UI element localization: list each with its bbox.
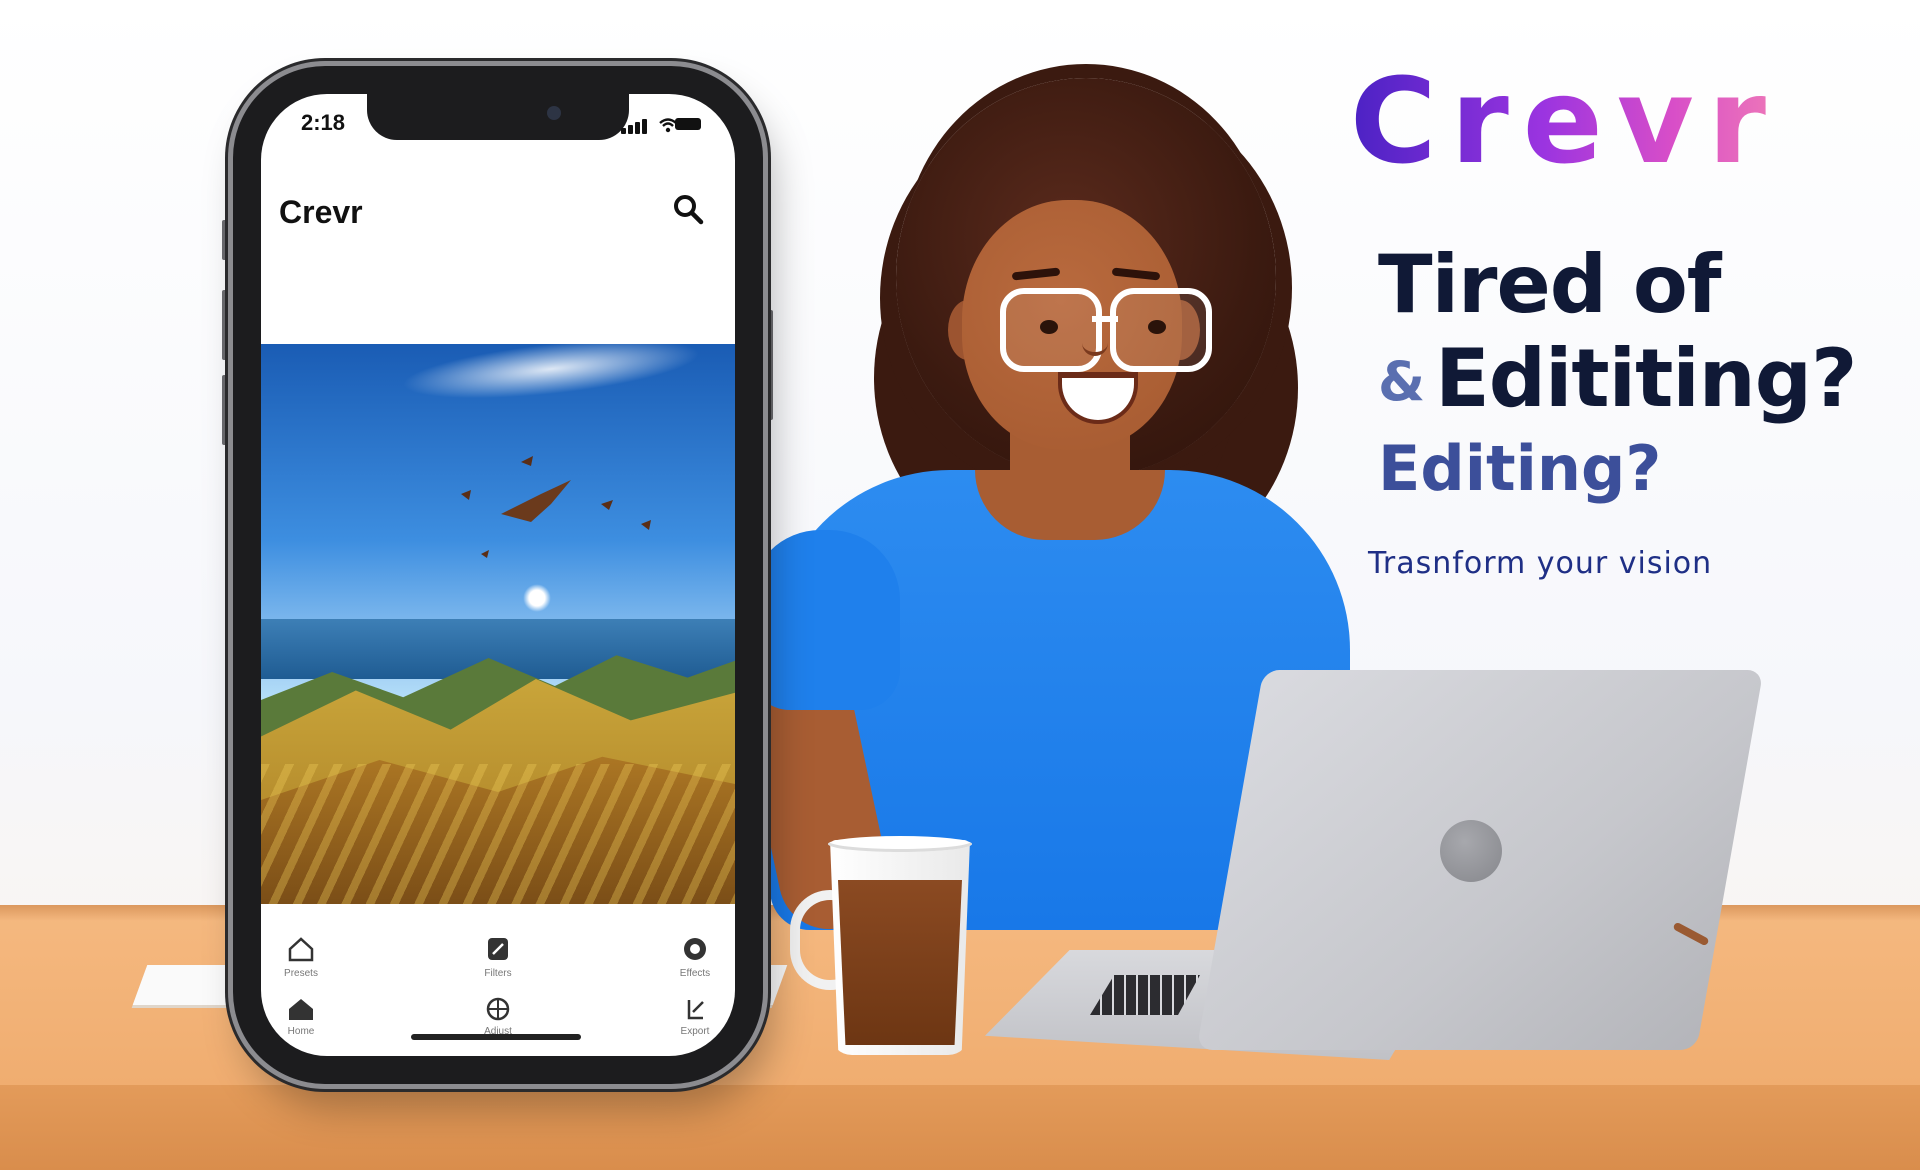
- nav-item-effects[interactable]: Effects: [655, 934, 735, 979]
- glasses-bridge: [1092, 316, 1118, 322]
- headline-line-2: & Edititing?: [1378, 332, 1857, 425]
- nav-label: Effects: [679, 968, 711, 979]
- photo-grass: [261, 764, 735, 904]
- person-sleeve: [750, 530, 900, 710]
- headline-line-2-text: Edititing?: [1435, 332, 1857, 425]
- landscape-photo[interactable]: [261, 344, 735, 904]
- battery-icon: [675, 118, 701, 130]
- brand-logo: Crevr: [1350, 52, 1780, 190]
- phone-mute-switch: [222, 220, 227, 260]
- phone-notch: [367, 94, 629, 140]
- person-eye-right: [1148, 320, 1166, 334]
- nav-label: Presets: [284, 968, 318, 979]
- front-camera: [547, 106, 561, 120]
- nav-item-home[interactable]: Home: [261, 996, 341, 1037]
- photo-birds: [461, 456, 651, 558]
- home-outline-icon: [288, 937, 314, 962]
- nav-item-presets[interactable]: Presets: [261, 934, 341, 979]
- bottom-nav-top-row: Presets Filters Effects: [261, 934, 735, 990]
- phone-screen: 2:18 Crevr Presets Filters Effects Home …: [261, 94, 735, 1056]
- phone-volume-down: [222, 375, 227, 445]
- mug-coffee: [838, 880, 962, 1045]
- app-title: Crevr: [279, 194, 363, 230]
- headline-line-3: Editing?: [1378, 432, 1662, 505]
- headline-line-1: Tired of: [1378, 238, 1722, 331]
- search-icon[interactable]: [671, 192, 705, 226]
- bottom-nav-bottom-row: Home Adjust Export: [261, 996, 735, 1052]
- status-icons: [621, 116, 701, 134]
- mug-rim: [828, 836, 972, 852]
- nav-label: Home: [287, 1026, 315, 1037]
- desk-front: [0, 1085, 1920, 1170]
- nav-label: Export: [680, 1026, 710, 1037]
- phone-volume-up: [222, 290, 227, 360]
- tagline: Trasnform your vision: [1368, 546, 1713, 581]
- circular-sync-icon: [684, 938, 706, 960]
- laptop-logo-icon: [1440, 820, 1502, 882]
- nav-item-adjust[interactable]: Adjust: [458, 996, 538, 1037]
- edit-card-icon: [488, 938, 508, 960]
- share-icon: [687, 1000, 704, 1020]
- status-time: 2:18: [301, 110, 346, 135]
- headline-ampersand: &: [1378, 350, 1426, 413]
- home-indicator[interactable]: [411, 1034, 581, 1040]
- signal-icon: [621, 128, 626, 134]
- photo-cloud: [399, 344, 703, 410]
- nav-item-filters[interactable]: Filters: [458, 934, 538, 979]
- nav-item-export[interactable]: Export: [655, 996, 735, 1037]
- phone-device: 2:18 Crevr Presets Filters Effects Home …: [233, 66, 763, 1084]
- person-eye-left: [1040, 320, 1058, 334]
- nav-label: Filters: [484, 968, 512, 979]
- globe-icon: [486, 997, 510, 1021]
- house-icon: [289, 999, 313, 1020]
- phone-power-button: [768, 310, 773, 420]
